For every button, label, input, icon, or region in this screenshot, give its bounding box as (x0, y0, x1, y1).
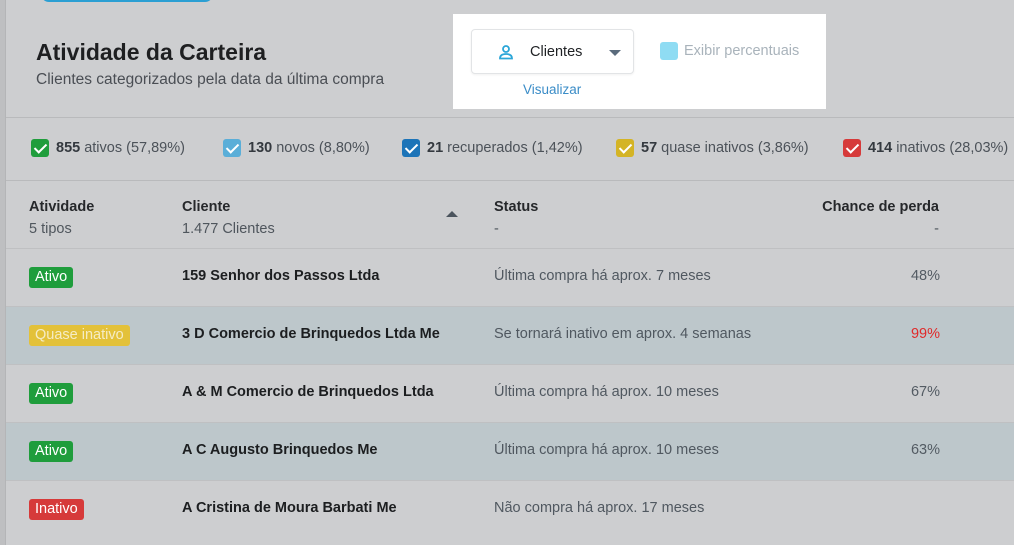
filter-inativos[interactable]: 414 inativos (28,03%) (843, 139, 1008, 157)
activity-badge: Ativo (29, 441, 74, 462)
loss-chance: 48% (910, 268, 940, 284)
percent-toggle-label: Exibir percentuais (684, 43, 800, 59)
filter-count: 57 (641, 140, 658, 156)
view-dropdown-value: Clientes (530, 44, 583, 60)
divider (6, 180, 1014, 181)
table-row[interactable]: Ativo A C Augusto Brinquedos Me Última com… (6, 422, 1014, 480)
column-status-sub: - (494, 221, 499, 237)
divider (6, 117, 1014, 118)
filter-count: 130 (248, 140, 273, 156)
client-name[interactable]: 159 Senhor dos Passos Ltda (182, 268, 379, 284)
filter-label: quase inativos (3,86%) (661, 140, 809, 156)
column-chance-sub: - (934, 221, 939, 237)
filter-count: 21 (427, 140, 444, 156)
filter-label: inativos (28,03%) (896, 140, 1009, 156)
status-text: Última compra há aprox. 10 meses (494, 442, 719, 458)
column-chance-title[interactable]: Chance de perda (822, 199, 939, 215)
view-dropdown[interactable]: Clientes (471, 29, 634, 74)
percent-toggle[interactable]: Exibir percentuais (660, 42, 799, 60)
checkbox-checked-icon[interactable] (223, 139, 241, 157)
page-subtitle: Clientes categorizados pela data da últi… (36, 71, 385, 88)
page-title: Atividade da Carteira (36, 39, 267, 65)
checkbox-checked-icon[interactable] (402, 139, 420, 157)
table-row[interactable]: Ativo A & M Comercio de Brinquedos Ltda Úl… (6, 364, 1014, 422)
column-activity-title[interactable]: Atividade (29, 199, 94, 215)
column-client-sub: 1.477 Clientes (182, 221, 275, 237)
filter-quase-inativos[interactable]: 57 quase inativos (3,86%) (616, 139, 809, 157)
status-text: Última compra há aprox. 7 meses (494, 268, 711, 284)
user-icon (499, 45, 513, 60)
column-status-title[interactable]: Status (494, 199, 538, 215)
column-client-title[interactable]: Cliente (182, 199, 230, 215)
client-name[interactable]: A & M Comercio de Brinquedos Ltda (182, 384, 434, 400)
checkbox-checked-icon[interactable] (31, 139, 49, 157)
activity-badge: Ativo (29, 267, 74, 288)
column-activity-sub: 5 tipos (29, 221, 72, 237)
filter-label: novos (8,80%) (276, 140, 370, 156)
view-caption: Visualizar (523, 82, 582, 97)
filter-recuperados[interactable]: 21 recuperados (1,42%) (402, 139, 583, 157)
filter-count: 855 (56, 140, 81, 156)
loss-chance: 63% (910, 442, 940, 458)
checkbox-checked-icon[interactable] (616, 139, 634, 157)
client-name[interactable]: A C Augusto Brinquedos Me (182, 442, 377, 458)
filter-count: 414 (868, 140, 893, 156)
client-name[interactable]: 3 D Comercio de Brinquedos Ltda Me (182, 326, 440, 342)
loss-chance: 67% (910, 384, 940, 400)
checkbox-unchecked-icon[interactable] (660, 42, 678, 60)
filter-label: ativos (57,89%) (84, 140, 185, 156)
chevron-down-icon (609, 50, 621, 56)
status-text: Não compra há aprox. 17 meses (494, 500, 705, 516)
client-name[interactable]: A Cristina de Moura Barbati Me (182, 500, 397, 516)
loss-chance: 99% (910, 326, 940, 342)
checkbox-checked-icon[interactable] (843, 139, 861, 157)
table-header: Atividade 5 tipos Cliente 1.477 Clientes… (6, 182, 1014, 248)
activity-badge: Inativo (29, 499, 84, 520)
top-action-button[interactable] (41, 0, 213, 2)
activity-badge: Ativo (29, 383, 74, 404)
status-text: Última compra há aprox. 10 meses (494, 384, 719, 400)
table-row[interactable]: Ativo 159 Senhor dos Passos Ltda Última co… (6, 248, 1014, 306)
filter-ativos[interactable]: 855 ativos (57,89%) (31, 139, 185, 157)
table-row[interactable]: Inativo A Cristina de Moura Barbati Me Não… (6, 480, 1014, 538)
activity-badge: Quase inativo (29, 325, 130, 346)
table-row[interactable]: Quase inativo 3 D Comercio de Brinquedos … (6, 306, 1014, 364)
filter-label: recuperados (1,42%) (447, 140, 583, 156)
sort-ascending-icon[interactable] (446, 211, 458, 217)
filter-novos[interactable]: 130 novos (8,80%) (223, 139, 370, 157)
view-options-highlight: Clientes Visualizar Exibir percentuais (453, 14, 826, 109)
status-text: Se tornará inativo em aprox. 4 semanas (494, 326, 752, 342)
